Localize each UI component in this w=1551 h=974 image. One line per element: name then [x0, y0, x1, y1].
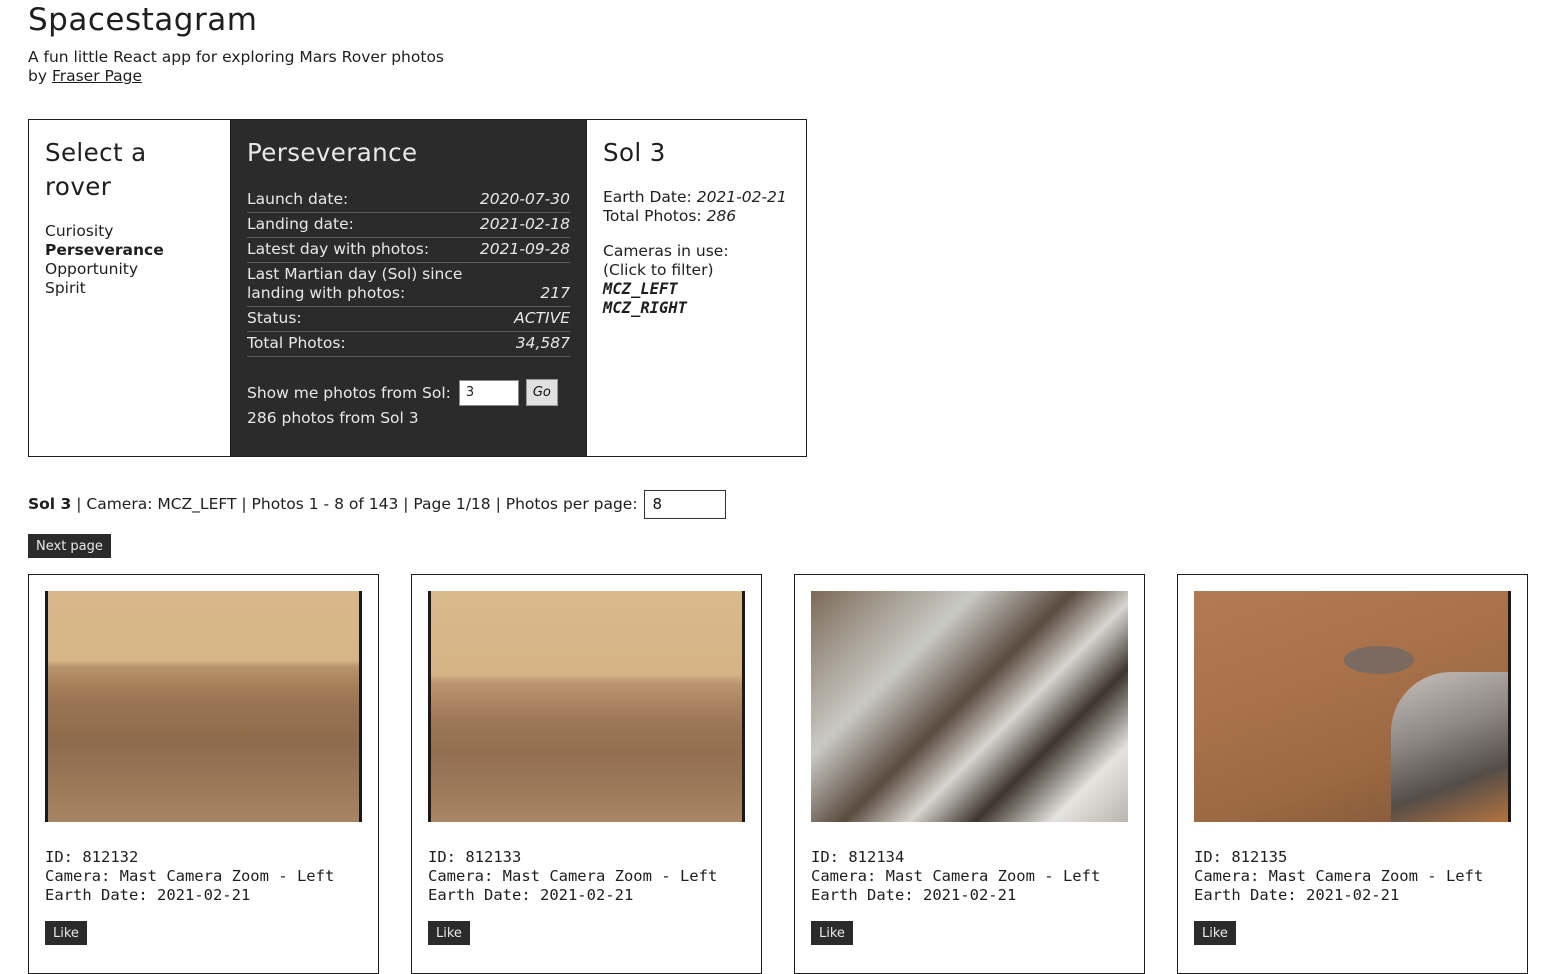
camera-filter-mcz-right[interactable]: MCZ_RIGHT	[603, 299, 790, 318]
byline-prefix: by	[28, 67, 48, 85]
byline: by Fraser Page	[28, 67, 444, 86]
status-sol: Sol 3	[28, 495, 72, 513]
photo-camera: Camera: Mast Camera Zoom - Left	[428, 867, 718, 885]
detail-row-max-sol: Last Martian day (Sol) since landing wit…	[247, 263, 570, 307]
cameras-block: Cameras in use: (Click to filter) MCZ_LE…	[603, 242, 790, 318]
detail-label: Latest day with photos:	[247, 240, 430, 258]
sol-form: Show me photos from Sol: Go	[247, 379, 570, 406]
detail-row-launch: Launch date: 2020-07-30	[247, 188, 570, 213]
like-button[interactable]: Like	[45, 921, 87, 945]
detail-value: 2020-07-30	[479, 190, 570, 208]
rover-list: Curiosity Perseverance Opportunity Spiri…	[45, 222, 214, 298]
photo-earth-date: Earth Date: 2021-02-21	[811, 886, 1017, 904]
photo-id: ID: 812133	[428, 848, 522, 866]
subtitle-text: A fun little React app for exploring Mar…	[28, 48, 445, 66]
detail-row-latest: Latest day with photos: 2021-09-28	[247, 238, 570, 263]
mars-photo[interactable]	[428, 591, 745, 822]
rover-select-column: Select a rover Curiosity Perseverance Op…	[29, 120, 230, 456]
detail-value: 34,587	[515, 334, 570, 352]
app-subtitle: A fun little React app for exploring Mar…	[28, 48, 444, 86]
photo-camera: Camera: Mast Camera Zoom - Left	[45, 867, 335, 885]
like-button[interactable]: Like	[811, 921, 853, 945]
detail-label: Last Martian day (Sol) since landing wit…	[247, 265, 463, 302]
results-status-bar: Sol 3 | Camera: MCZ_LEFT | Photos 1 - 8 …	[28, 489, 726, 519]
next-page-button[interactable]: Next page	[28, 534, 111, 558]
sol-photo-count: 286 photos from Sol 3	[247, 409, 419, 427]
detail-value: ACTIVE	[514, 309, 570, 327]
mars-photo[interactable]	[1194, 591, 1511, 822]
cameras-hint: (Click to filter)	[603, 261, 714, 279]
photo-meta: ID: 812134 Camera: Mast Camera Zoom - Le…	[811, 848, 1128, 905]
author-link[interactable]: Fraser Page	[52, 67, 142, 85]
rover-details-column: Perseverance Launch date: 2020-07-30 Lan…	[230, 120, 587, 456]
mars-photo[interactable]	[45, 591, 362, 822]
photo-meta: ID: 812132 Camera: Mast Camera Zoom - Le…	[45, 848, 362, 905]
go-button[interactable]: Go	[525, 379, 558, 406]
sol-input[interactable]	[458, 379, 519, 406]
total-photos-label: Total Photos:	[603, 207, 702, 225]
camera-filter-mcz-left[interactable]: MCZ_LEFT	[603, 280, 790, 299]
total-photos-value: 286	[706, 207, 737, 225]
rover-item-curiosity[interactable]: Curiosity	[45, 222, 214, 241]
photo-meta: ID: 812133 Camera: Mast Camera Zoom - Le…	[428, 848, 745, 905]
app-title: Spacestagram	[28, 2, 258, 38]
mars-photo[interactable]	[811, 591, 1128, 822]
photo-card: ID: 812132 Camera: Mast Camera Zoom - Le…	[28, 574, 379, 974]
detail-label: Landing date:	[247, 215, 354, 233]
like-button[interactable]: Like	[1194, 921, 1236, 945]
detail-label: Launch date:	[247, 190, 349, 208]
cameras-label: Cameras in use:	[603, 242, 729, 260]
earth-date-value: 2021-02-21	[696, 188, 787, 206]
photo-earth-date: Earth Date: 2021-02-21	[45, 886, 251, 904]
detail-value: 217	[540, 284, 570, 302]
photo-earth-date: Earth Date: 2021-02-21	[1194, 886, 1400, 904]
rover-item-spirit[interactable]: Spirit	[45, 279, 214, 298]
photo-card: ID: 812134 Camera: Mast Camera Zoom - Le…	[794, 574, 1145, 974]
photo-camera: Camera: Mast Camera Zoom - Left	[1194, 867, 1484, 885]
rover-select-heading: Select a rover	[45, 138, 147, 201]
detail-row-landing: Landing date: 2021-02-18	[247, 213, 570, 238]
detail-row-total-photos: Total Photos: 34,587	[247, 332, 570, 357]
detail-label: Status:	[247, 309, 302, 327]
rover-item-perseverance[interactable]: Perseverance	[45, 241, 214, 260]
photo-id: ID: 812135	[1194, 848, 1288, 866]
rover-info-panel: Select a rover Curiosity Perseverance Op…	[28, 119, 807, 457]
photo-id: ID: 812134	[811, 848, 905, 866]
photo-card: ID: 812133 Camera: Mast Camera Zoom - Le…	[411, 574, 762, 974]
photo-id: ID: 812132	[45, 848, 139, 866]
rover-name-heading: Perseverance	[247, 138, 418, 167]
rover-item-opportunity[interactable]: Opportunity	[45, 260, 214, 279]
sol-column: Sol 3 Earth Date: 2021-02-21 Total Photo…	[587, 120, 806, 456]
photo-camera: Camera: Mast Camera Zoom - Left	[811, 867, 1101, 885]
photo-earth-date: Earth Date: 2021-02-21	[428, 886, 634, 904]
earth-date-label: Earth Date:	[603, 188, 692, 206]
photo-meta: ID: 812135 Camera: Mast Camera Zoom - Le…	[1194, 848, 1511, 905]
detail-label: Total Photos:	[247, 334, 346, 352]
photo-card: ID: 812135 Camera: Mast Camera Zoom - Le…	[1177, 574, 1528, 974]
sol-heading: Sol 3	[603, 138, 666, 167]
photos-per-page-input[interactable]	[643, 489, 726, 519]
detail-value: 2021-09-28	[479, 240, 570, 258]
detail-value: 2021-02-18	[479, 215, 570, 233]
like-button[interactable]: Like	[428, 921, 470, 945]
earth-date-line: Earth Date: 2021-02-21	[603, 188, 790, 207]
status-text: | Camera: MCZ_LEFT | Photos 1 - 8 of 143…	[71, 495, 638, 513]
detail-row-status: Status: ACTIVE	[247, 307, 570, 332]
total-photos-line: Total Photos: 286	[603, 207, 790, 226]
sol-prompt: Show me photos from Sol:	[247, 383, 451, 402]
